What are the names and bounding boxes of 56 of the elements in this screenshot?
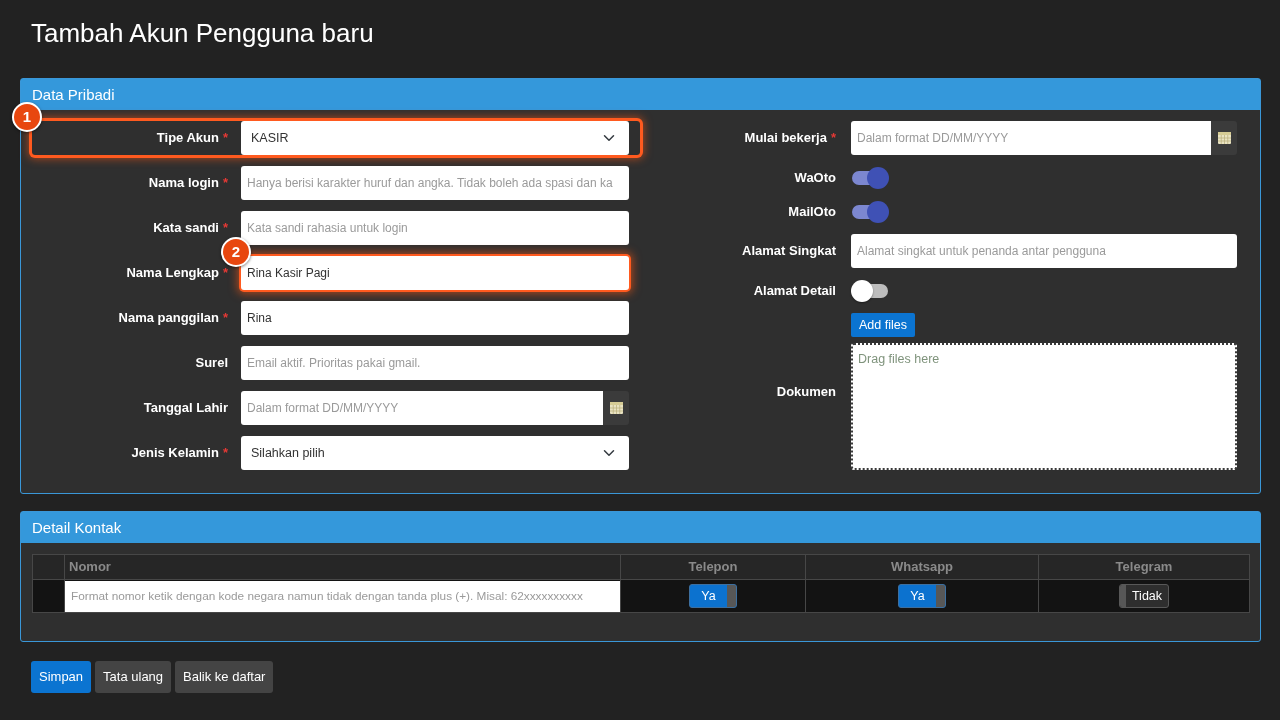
text-input-field[interactable]: Rina Kasir Pagi	[241, 256, 629, 290]
action-button[interactable]: Simpan	[31, 661, 92, 693]
drop-hint: Drag files here	[858, 352, 940, 366]
select-field[interactable]: KASIR	[241, 121, 629, 155]
required-mark: *	[222, 219, 228, 238]
column-header: Nomor	[64, 554, 621, 580]
field-label: Dokumen	[776, 382, 836, 401]
calendar-button[interactable]	[1211, 121, 1237, 155]
field-label: MailOto	[788, 202, 836, 221]
field-label: Mulai bekerja	[744, 129, 827, 148]
field-label: Tanggal Lahir	[143, 399, 228, 418]
column-header: Telegram	[1038, 554, 1250, 580]
field-label: Nama login	[148, 174, 219, 193]
select-field[interactable]: Silahkan pilih	[241, 436, 629, 470]
text-input-field[interactable]: Alamat singkat untuk penanda antar pengguna	[851, 234, 1237, 268]
required-mark: *	[222, 309, 228, 328]
text-input-field[interactable]: Email aktif. Prioritas pakai gmail.	[241, 346, 629, 380]
field-label: Alamat Singkat	[742, 242, 836, 261]
required-mark: *	[222, 174, 228, 193]
add-files-button[interactable]: Add files	[851, 313, 915, 337]
page-title: Tambah Akun Pengguna baru	[31, 18, 375, 48]
phone-input-field[interactable]: Format nomor ketik dengan kode negara namun tidak dengan tanda plus (+). Misal: 62xxxxxxxxxx	[65, 580, 620, 612]
date-input-field[interactable]: Dalam format DD/MM/YYYY	[241, 391, 603, 425]
toggle-switch[interactable]	[851, 166, 889, 189]
toggle-switch[interactable]	[851, 279, 889, 302]
field-label: Alamat Detail	[753, 281, 836, 300]
callout-number: 1	[12, 102, 42, 132]
text-input-field[interactable]: Rina	[241, 301, 629, 335]
text-input-field[interactable]: Kata sandi rahasia untuk login	[241, 211, 629, 245]
toggle-switch[interactable]	[851, 200, 889, 223]
field-label: Jenis Kelamin	[131, 444, 219, 463]
calendar-icon	[609, 402, 623, 414]
field-label: Kata sandi	[153, 219, 219, 238]
required-mark: *	[222, 264, 228, 283]
field-label: Nama panggilan	[118, 309, 219, 328]
panel-header: Data Pribadi	[21, 79, 1260, 110]
action-button[interactable]: Tata ulang	[95, 661, 172, 693]
column-header: Telepon	[620, 554, 806, 580]
panel-header: Detail Kontak	[21, 512, 1260, 543]
field-label: Surel	[195, 354, 228, 373]
calendar-icon	[1217, 132, 1231, 144]
column-header: Whatsapp	[805, 554, 1039, 580]
required-mark: *	[222, 129, 228, 148]
callout-number: 2	[221, 237, 251, 267]
calendar-button[interactable]	[603, 391, 629, 425]
field-label: Tipe Akun	[156, 129, 219, 148]
required-mark: *	[222, 444, 228, 463]
text-input-field[interactable]: Hanya berisi karakter huruf dan angka. Tidak boleh ada spasi dan ka	[241, 166, 629, 200]
required-mark: *	[830, 129, 836, 148]
field-label: Nama Lengkap	[126, 264, 219, 283]
toggle-button[interactable]: Ya	[898, 584, 946, 608]
date-input-field[interactable]: Dalam format DD/MM/YYYY	[851, 121, 1211, 155]
field-label: WaOto	[794, 168, 836, 187]
action-button[interactable]: Balik ke daftar	[175, 661, 274, 693]
toggle-button[interactable]: Tidak	[1118, 584, 1170, 608]
toggle-button[interactable]: Ya	[689, 584, 737, 608]
